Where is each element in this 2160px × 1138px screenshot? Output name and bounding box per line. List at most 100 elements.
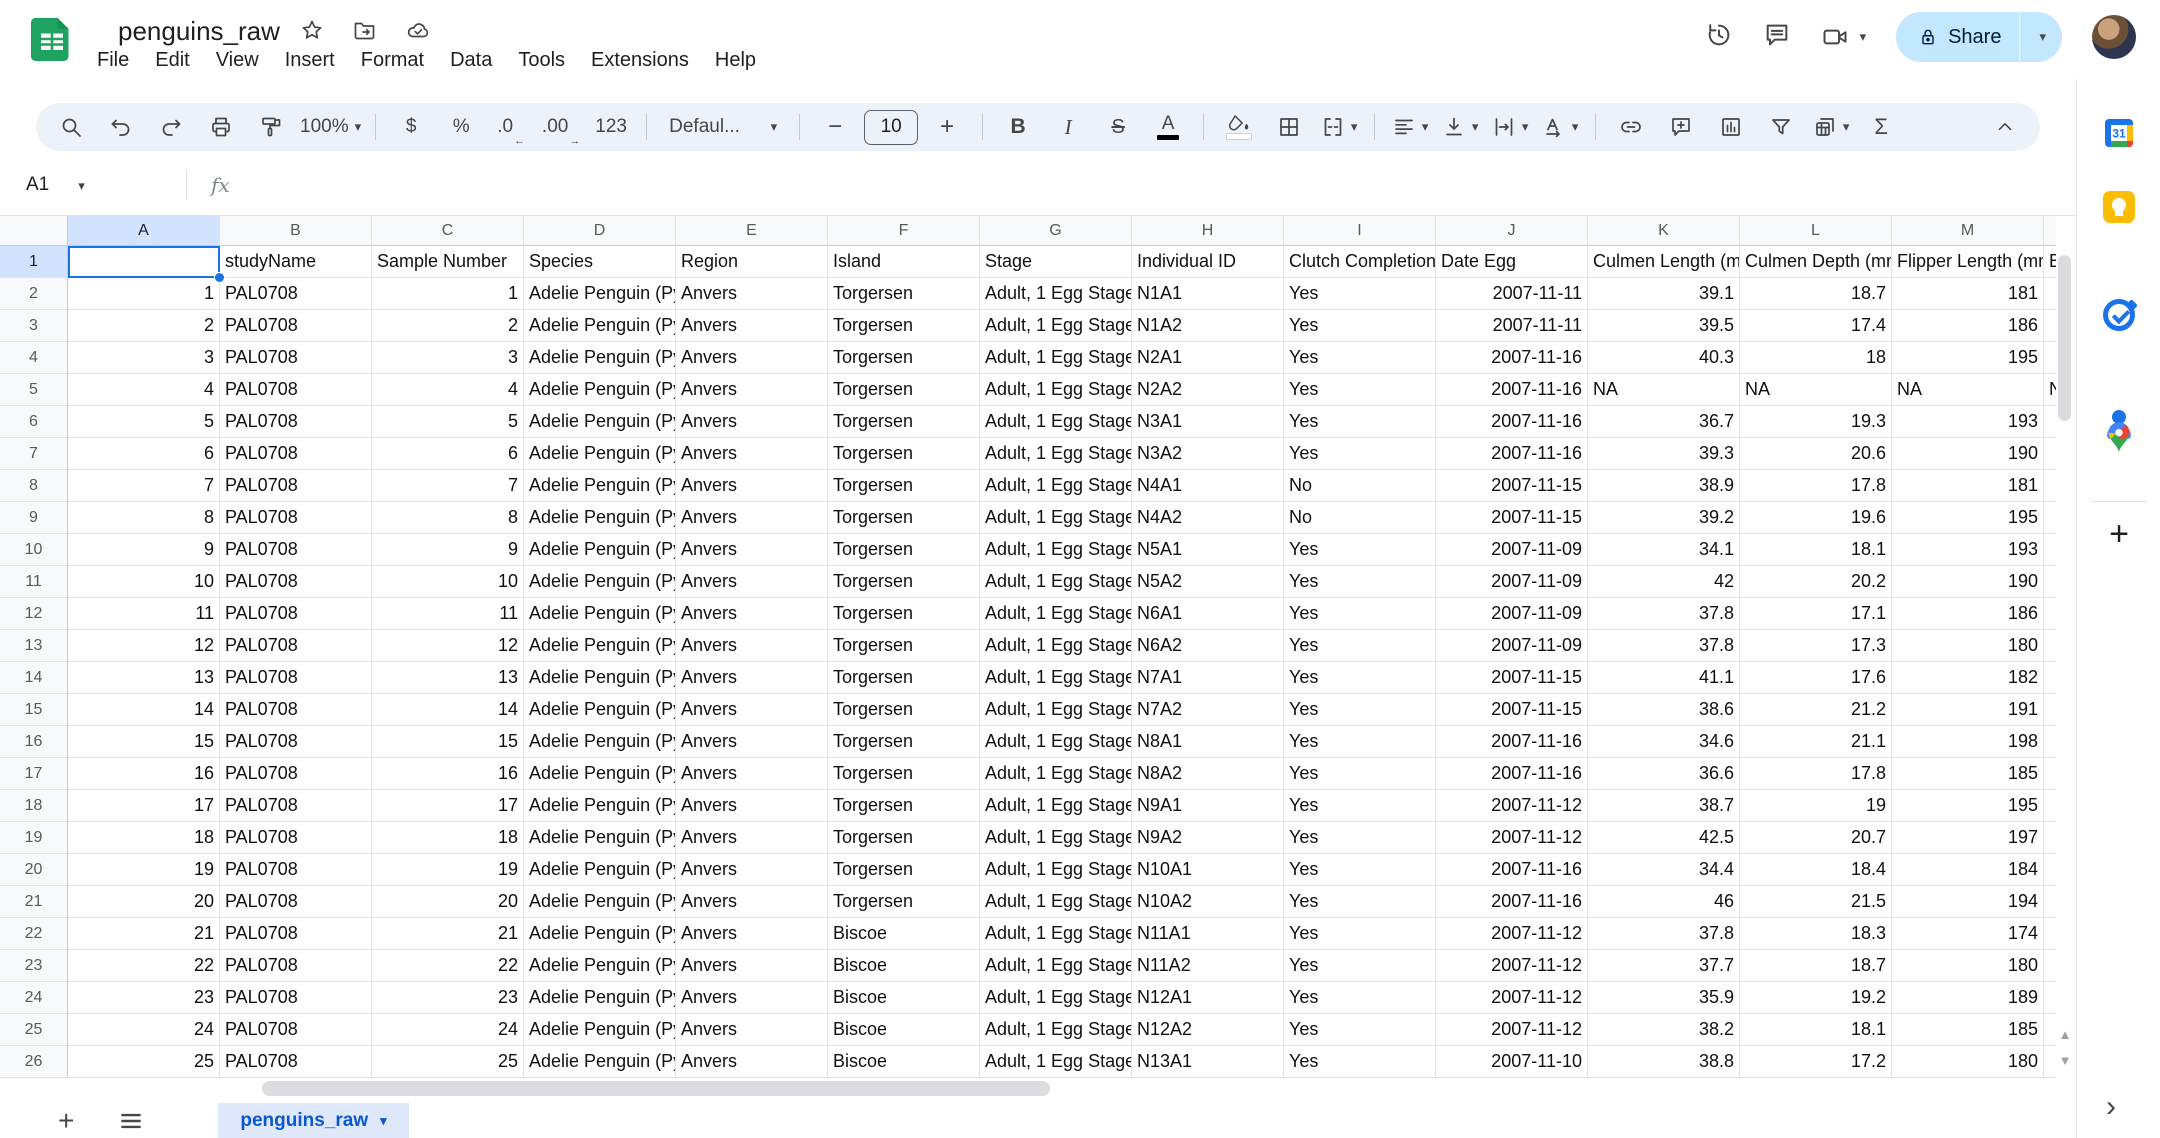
row-header-9[interactable]: 9 [0,502,68,534]
cell-G26[interactable]: Adult, 1 Egg Stage [980,1046,1132,1078]
zoom-select[interactable]: 100% [300,107,361,147]
cell-F1[interactable]: Island [828,246,980,278]
cell-L12[interactable]: 17.1 [1740,598,1892,630]
cell-M11[interactable]: 190 [1892,566,2044,598]
name-box[interactable]: A1 [0,174,176,196]
cell-I11[interactable]: Yes [1284,566,1436,598]
cell-I10[interactable]: Yes [1284,534,1436,566]
cell-K25[interactable]: 38.2 [1588,1014,1740,1046]
row-header-4[interactable]: 4 [0,342,68,374]
cell-F21[interactable]: Torgersen [828,886,980,918]
cell-L20[interactable]: 18.4 [1740,854,1892,886]
cell-E21[interactable]: Anvers [676,886,828,918]
cell-G19[interactable]: Adult, 1 Egg Stage [980,822,1132,854]
cell-D11[interactable]: Adelie Penguin (Pygoscelis adeliae) [524,566,676,598]
cell-A24[interactable]: 23 [68,982,220,1014]
cell-I15[interactable]: Yes [1284,694,1436,726]
cell-C21[interactable]: 20 [372,886,524,918]
cell-C9[interactable]: 8 [372,502,524,534]
cell-E11[interactable]: Anvers [676,566,828,598]
text-rotation-button[interactable] [1539,107,1581,147]
cell-L10[interactable]: 18.1 [1740,534,1892,566]
cell-M6[interactable]: 193 [1892,406,2044,438]
cell-B1[interactable]: studyName [220,246,372,278]
cell-K10[interactable]: 34.1 [1588,534,1740,566]
cell-H16[interactable]: N8A1 [1132,726,1284,758]
cell-N17[interactable] [2044,758,2056,790]
cell-M5[interactable]: NA [1892,374,2044,406]
fill-handle[interactable] [214,272,225,283]
cell-K15[interactable]: 38.6 [1588,694,1740,726]
cell-B23[interactable]: PAL0708 [220,950,372,982]
cell-N25[interactable] [2044,1014,2056,1046]
row-header-16[interactable]: 16 [0,726,68,758]
cell-A22[interactable]: 21 [68,918,220,950]
text-wrapping-button[interactable] [1489,107,1531,147]
cell-A25[interactable]: 24 [68,1014,220,1046]
cell-D2[interactable]: Adelie Penguin (Pygoscelis adeliae) [524,278,676,310]
cell-D25[interactable]: Adelie Penguin (Pygoscelis adeliae) [524,1014,676,1046]
cell-I25[interactable]: Yes [1284,1014,1436,1046]
vertical-scroll-thumb[interactable] [2058,255,2071,421]
cell-I20[interactable]: Yes [1284,854,1436,886]
row-header-25[interactable]: 25 [0,1014,68,1046]
cell-F5[interactable]: Torgersen [828,374,980,406]
cell-L25[interactable]: 18.1 [1740,1014,1892,1046]
cell-F3[interactable]: Torgersen [828,310,980,342]
menu-item-insert[interactable]: Insert [272,47,348,74]
cell-C7[interactable]: 6 [372,438,524,470]
column-header-B[interactable]: B [220,216,372,246]
cell-D13[interactable]: Adelie Penguin (Pygoscelis adeliae) [524,630,676,662]
cell-M13[interactable]: 180 [1892,630,2044,662]
cell-F6[interactable]: Torgersen [828,406,980,438]
cell-F19[interactable]: Torgersen [828,822,980,854]
cell-C20[interactable]: 19 [372,854,524,886]
cell-F22[interactable]: Biscoe [828,918,980,950]
cell-B21[interactable]: PAL0708 [220,886,372,918]
cell-J9[interactable]: 2007-11-15 [1436,502,1588,534]
cell-B18[interactable]: PAL0708 [220,790,372,822]
cell-B22[interactable]: PAL0708 [220,918,372,950]
cell-G6[interactable]: Adult, 1 Egg Stage [980,406,1132,438]
cell-K12[interactable]: 37.8 [1588,598,1740,630]
menu-item-help[interactable]: Help [702,47,769,74]
user-avatar[interactable] [2092,15,2136,59]
search-button[interactable] [50,107,92,147]
cell-C3[interactable]: 2 [372,310,524,342]
cell-C13[interactable]: 12 [372,630,524,662]
fill-color-button[interactable] [1218,107,1260,147]
row-header-22[interactable]: 22 [0,918,68,950]
cell-B4[interactable]: PAL0708 [220,342,372,374]
cell-N22[interactable] [2044,918,2056,950]
cell-F4[interactable]: Torgersen [828,342,980,374]
cell-N11[interactable] [2044,566,2056,598]
cell-E25[interactable]: Anvers [676,1014,828,1046]
cell-D24[interactable]: Adelie Penguin (Pygoscelis adeliae) [524,982,676,1014]
cell-A8[interactable]: 7 [68,470,220,502]
row-header-5[interactable]: 5 [0,374,68,406]
cell-I19[interactable]: Yes [1284,822,1436,854]
cell-F24[interactable]: Biscoe [828,982,980,1014]
cell-J17[interactable]: 2007-11-16 [1436,758,1588,790]
cell-K2[interactable]: 39.1 [1588,278,1740,310]
cell-B7[interactable]: PAL0708 [220,438,372,470]
cell-L26[interactable]: 17.2 [1740,1046,1892,1078]
cell-H7[interactable]: N3A2 [1132,438,1284,470]
cell-N1[interactable]: B [2044,246,2056,278]
column-header-H[interactable]: H [1132,216,1284,246]
cell-F13[interactable]: Torgersen [828,630,980,662]
cell-C1[interactable]: Sample Number [372,246,524,278]
cell-M21[interactable]: 194 [1892,886,2044,918]
cell-K20[interactable]: 34.4 [1588,854,1740,886]
cell-E9[interactable]: Anvers [676,502,828,534]
italic-button[interactable]: I [1047,107,1089,147]
cell-C14[interactable]: 13 [372,662,524,694]
cell-D16[interactable]: Adelie Penguin (Pygoscelis adeliae) [524,726,676,758]
cell-E19[interactable]: Anvers [676,822,828,854]
cell-F15[interactable]: Torgersen [828,694,980,726]
cell-E6[interactable]: Anvers [676,406,828,438]
cell-G8[interactable]: Adult, 1 Egg Stage [980,470,1132,502]
cell-D9[interactable]: Adelie Penguin (Pygoscelis adeliae) [524,502,676,534]
cell-L1[interactable]: Culmen Depth (mm) [1740,246,1892,278]
cell-A20[interactable]: 19 [68,854,220,886]
